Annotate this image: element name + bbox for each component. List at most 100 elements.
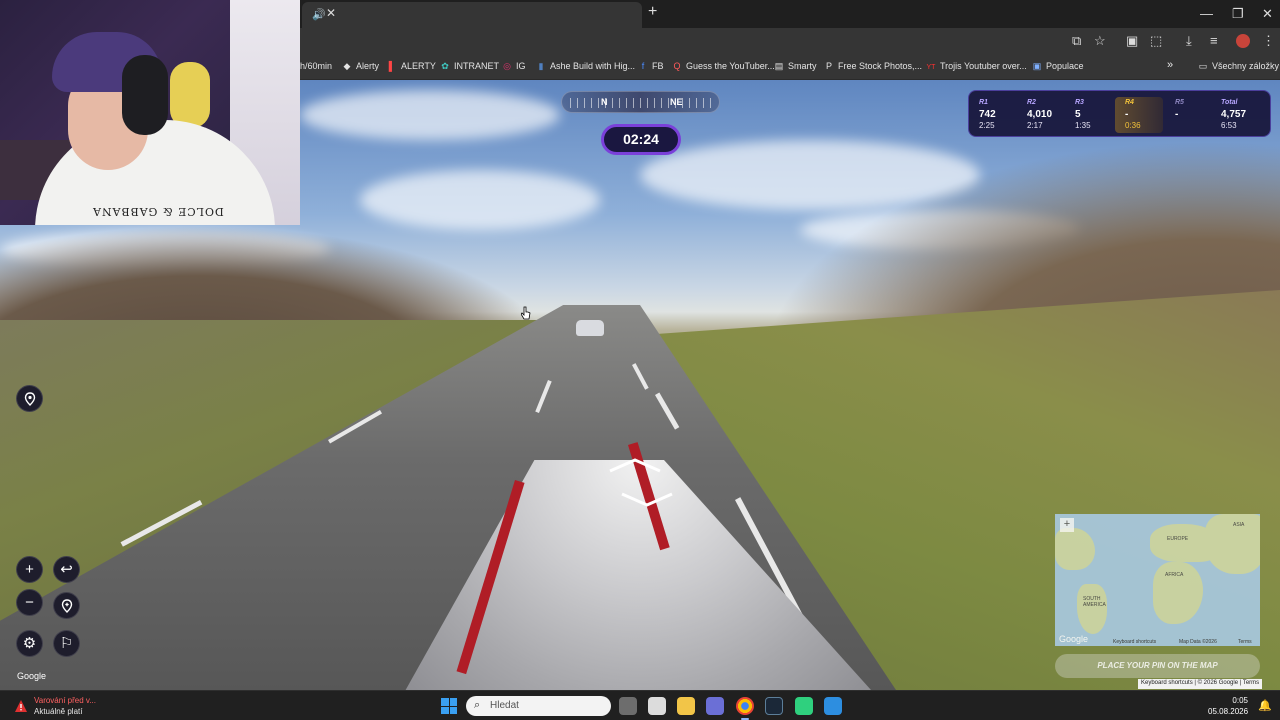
total-score: Total 4,757 6:53 <box>1221 99 1247 130</box>
new-tab-button[interactable]: + <box>648 3 657 21</box>
speaker-icon[interactable]: 🔊 <box>312 8 326 21</box>
active-tab[interactable]: 🔊 ✕ <box>302 2 642 28</box>
close-tab-icon[interactable]: ✕ <box>326 6 336 20</box>
map-label: SOUTH AMERICA <box>1083 596 1106 608</box>
file-explorer-icon[interactable] <box>677 697 695 715</box>
search-placeholder: Hledat <box>490 700 519 711</box>
map-google-logo: Google <box>1059 634 1089 644</box>
map-land-south-america <box>1077 584 1107 634</box>
maximize-button[interactable]: ❐ <box>1232 6 1244 22</box>
cast-icon[interactable]: ⧉ <box>1072 33 1081 49</box>
round-scoreboard: R1 742 2:25 R2 4,010 2:17 R3 5 1:35 R4 -… <box>968 90 1271 137</box>
folder-icon: ▭ <box>1198 61 1208 71</box>
zoom-out-button[interactable]: − <box>16 589 43 616</box>
weather-warning-subtitle: Aktuálně platí <box>34 707 83 716</box>
mouse-cursor <box>520 306 531 320</box>
bookmark-item[interactable]: ▤ Smarty <box>774 61 817 72</box>
bookmark-item[interactable]: YT Trojis Youtuber over... <box>926 61 1027 71</box>
bookmarks-overflow-button[interactable]: » <box>1167 59 1173 71</box>
browser-toolbar: ⧉ ☆ ▣ ⬚ ⤓ ≡ ⋮ <box>300 28 1280 56</box>
place-pin-button[interactable]: PLACE YOUR PIN ON THE MAP <box>1055 654 1260 678</box>
google-logo: Google <box>17 671 47 681</box>
start-button[interactable] <box>441 698 457 714</box>
location-pin-icon <box>24 392 35 406</box>
chrome-icon[interactable] <box>736 697 754 720</box>
clock-date: 05.08.2026 <box>1208 707 1249 716</box>
bookmark-item[interactable]: Q Guess the YouTuber... <box>672 61 774 71</box>
system-clock[interactable]: 0:05 05.08.2026 <box>1208 695 1248 717</box>
round-4-score: R4 - 0:36 <box>1115 97 1163 133</box>
streetview-attribution: Keyboard shortcuts | © 2026 Google | Ter… <box>1138 679 1263 689</box>
close-window-button[interactable]: ✕ <box>1262 6 1273 22</box>
compass-north-label: N <box>601 97 608 107</box>
steam-icon[interactable] <box>765 697 783 715</box>
profile-avatar[interactable] <box>1236 34 1250 48</box>
extension-icon[interactable]: ▣ <box>1126 33 1138 49</box>
bookmark-item[interactable]: ▣ Populace <box>1032 61 1084 72</box>
undo-arrow-icon: ↩ <box>60 561 73 578</box>
pin-plus-icon <box>61 599 72 613</box>
settings-button[interactable]: ⚙ <box>16 630 43 657</box>
webcam-plush-toy <box>170 62 210 128</box>
bookmark-item[interactable]: ▮ Ashe Build with Hig... <box>536 61 636 72</box>
return-to-start-button[interactable]: ↩ <box>53 556 80 583</box>
weather-warning-title[interactable]: Varování před v... <box>34 696 96 705</box>
location-pin-button[interactable] <box>16 385 43 412</box>
shirt-print: DOLCE & GABBANA <box>92 205 224 218</box>
weather-warning-icon[interactable] <box>14 699 28 713</box>
map-zoom-in-button[interactable]: + <box>1060 518 1074 532</box>
webcam-overlay: DOLCE & GABBANA <box>0 0 300 225</box>
menu-icon[interactable]: ⋮ <box>1262 33 1275 49</box>
cloud <box>360 170 600 230</box>
compass: N NE <box>561 91 720 113</box>
gear-icon: ⚙ <box>22 635 37 652</box>
zoom-in-button[interactable]: + <box>16 556 43 583</box>
move-forward-arrow[interactable] <box>608 457 662 473</box>
webcam-headset <box>122 55 168 135</box>
round-2-score: R2 4,010 2:17 <box>1027 99 1053 130</box>
round-timer: 02:24 <box>601 124 681 155</box>
bookmark-item[interactable]: f FB <box>638 61 664 71</box>
all-bookmarks-button[interactable]: ▭ Všechny záložky <box>1198 61 1279 72</box>
bookmark-item[interactable]: ✿ INTRANET <box>440 61 499 72</box>
bookmarks-bar: h/60min ◆ Alerty ▌ ALERTY ✿ INTRANET ◎ IG ▮ A… <box>300 56 1280 80</box>
move-back-arrow[interactable] <box>620 492 674 508</box>
windows-taskbar: Varování před v... Aktuálně platí ⌕ Hled… <box>0 690 1280 720</box>
puzzle-icon[interactable]: ⬚ <box>1150 33 1162 49</box>
map-label: EUROPE <box>1167 536 1189 542</box>
report-flag-button[interactable]: ⚐ <box>53 630 80 657</box>
store-icon[interactable] <box>648 697 666 715</box>
discord-icon[interactable] <box>795 697 813 715</box>
set-checkpoint-button[interactable] <box>53 592 80 619</box>
guess-minimap[interactable]: EUROPE ASIA AFRICA SOUTH AMERICA + Googl… <box>1055 514 1260 646</box>
bookmark-item[interactable]: ◎ IG <box>502 61 525 72</box>
task-view-icon[interactable] <box>619 697 637 715</box>
media-icon[interactable]: ≡ <box>1210 33 1218 48</box>
teams-icon[interactable] <box>706 697 724 715</box>
round-3-score: R3 5 1:35 <box>1075 99 1091 130</box>
compass-ticks <box>570 98 712 108</box>
map-land-north-america <box>1055 528 1095 570</box>
flag-icon: ⚐ <box>59 635 74 652</box>
notification-bell-icon[interactable]: 🔔 <box>1258 699 1272 712</box>
round-5-score: R5 - <box>1175 99 1184 120</box>
app-icon[interactable] <box>824 697 842 715</box>
bookmark-item[interactable]: P Free Stock Photos,... <box>824 61 922 71</box>
clock-time: 0:05 <box>1232 696 1248 705</box>
map-label: ASIA <box>1233 522 1245 528</box>
star-icon[interactable]: ☆ <box>1094 33 1106 49</box>
tab-strip: 🔊 ✕ + — ❐ ✕ <box>300 0 1280 28</box>
map-label: AFRICA <box>1165 572 1184 578</box>
download-icon[interactable]: ⤓ <box>1186 33 1192 49</box>
bookmark-item[interactable]: ◆ Alerty <box>342 61 379 72</box>
compass-northeast-label: NE <box>670 97 683 107</box>
cloud <box>300 90 560 140</box>
map-data-credit: Map Data ©2026 <box>1179 639 1217 645</box>
bookmark-item[interactable]: ▌ ALERTY <box>387 61 436 71</box>
bookmark-item[interactable]: h/60min <box>300 61 332 71</box>
map-terms[interactable]: Terms <box>1238 639 1252 645</box>
search-icon: ⌕ <box>474 699 481 711</box>
map-keyboard-shortcuts[interactable]: Keyboard shortcuts <box>1113 639 1156 645</box>
minimize-button[interactable]: — <box>1200 6 1213 21</box>
taskbar-search[interactable]: ⌕ Hledat <box>466 696 611 716</box>
